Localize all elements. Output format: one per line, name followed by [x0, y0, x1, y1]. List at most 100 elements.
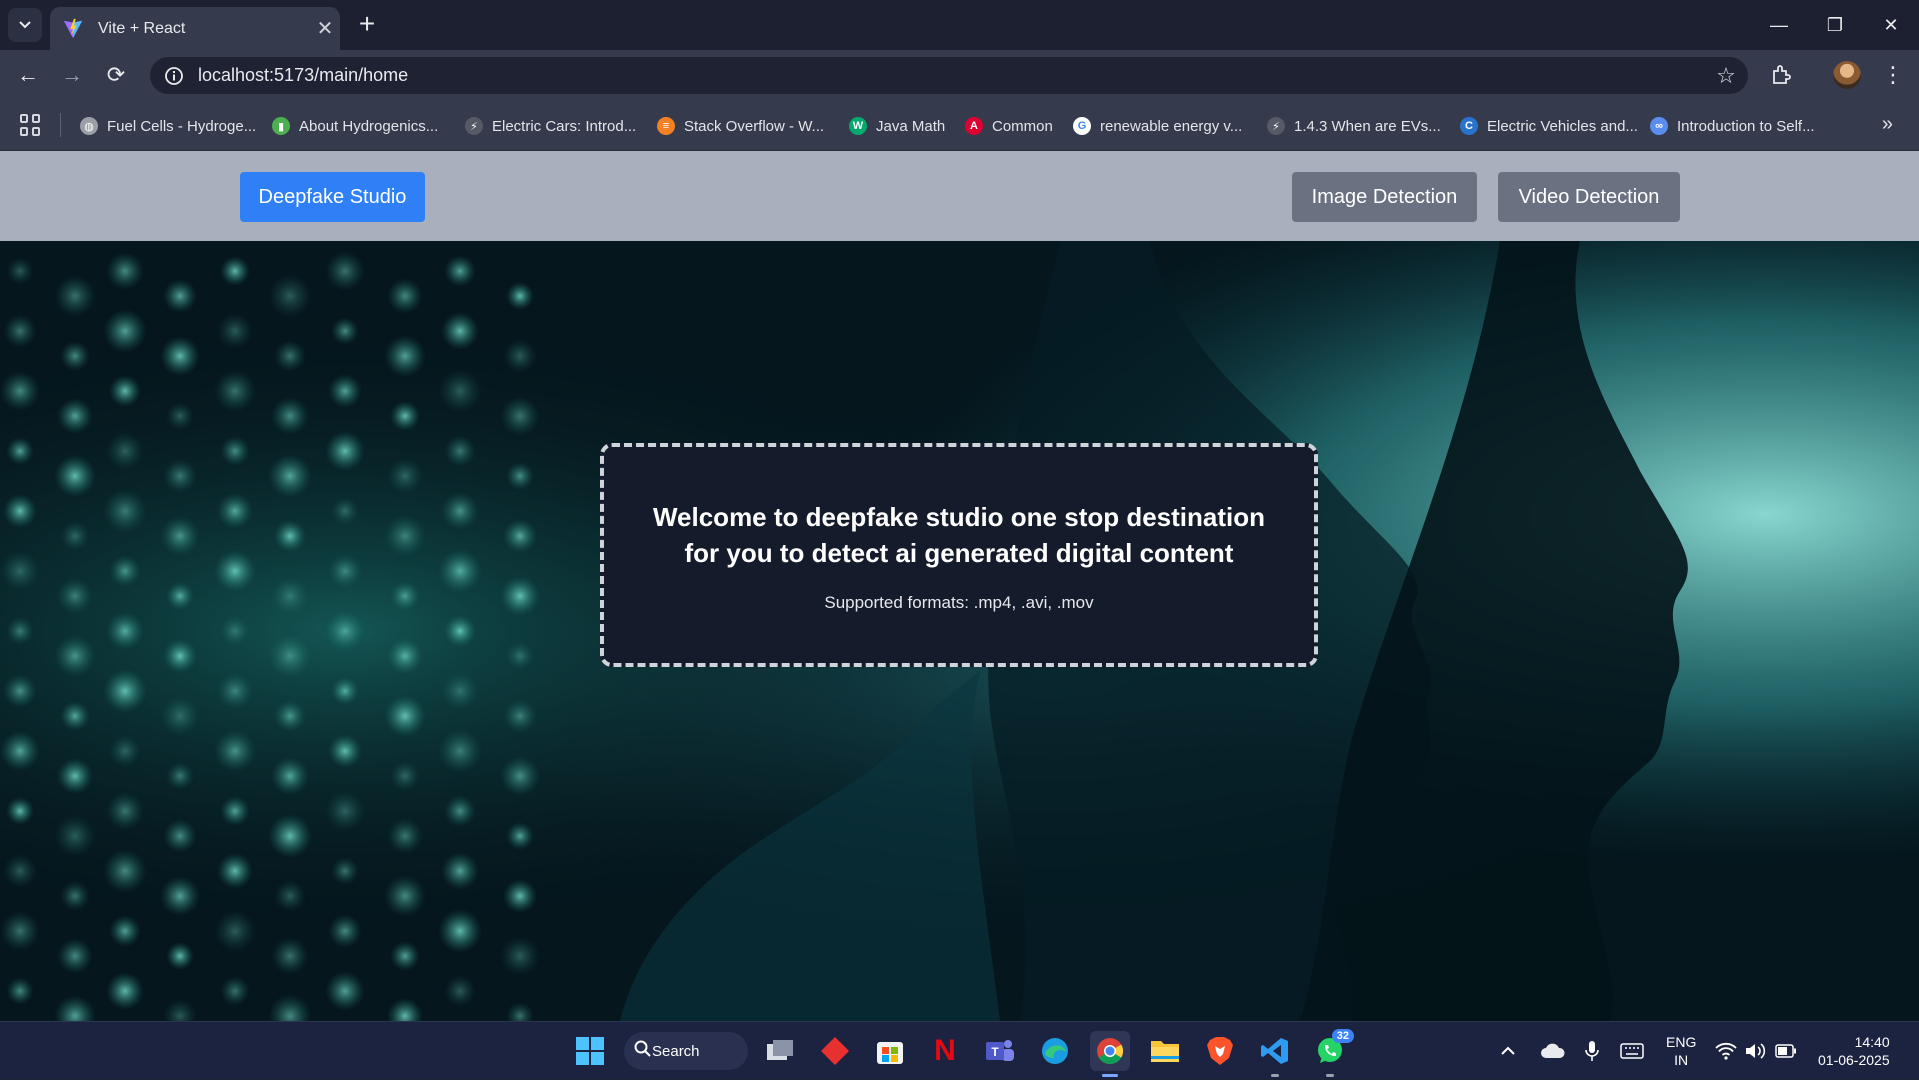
bookmark-item[interactable]: ⚡ Electric Cars: Introd... — [465, 113, 636, 139]
supported-formats-text: Supported formats: .mp4, .avi, .mov — [824, 593, 1094, 612]
infinity-icon: ∞ — [1650, 117, 1668, 135]
brand-button[interactable]: Deepfake Studio — [240, 172, 425, 222]
active-indicator — [1102, 1074, 1118, 1077]
video-detection-button[interactable]: Video Detection — [1498, 172, 1680, 222]
file-explorer-icon[interactable] — [1145, 1031, 1185, 1071]
region-text: IN — [1674, 1052, 1689, 1068]
w3-icon: W — [849, 117, 867, 135]
lightning-icon: ⚡ — [465, 117, 483, 135]
app-diamond-icon[interactable] — [815, 1031, 855, 1071]
bookmark-star-icon[interactable]: ☆ — [1704, 63, 1748, 89]
running-indicator — [1271, 1074, 1279, 1077]
browser-toolbar: ← → ⟳ localhost:5173/main/home ☆ ⋮ — [0, 50, 1919, 100]
image-detection-button[interactable]: Image Detection — [1292, 172, 1477, 222]
welcome-card[interactable]: Welcome to deepfake studio one stop dest… — [600, 443, 1318, 667]
edge-icon[interactable] — [1035, 1031, 1075, 1071]
extensions-icon[interactable] — [1764, 59, 1798, 91]
clock[interactable]: 14:40 01-06-2025 — [1818, 1022, 1890, 1080]
whatsapp-badge: 32 — [1331, 1029, 1354, 1043]
whatsapp-icon[interactable]: 32 — [1310, 1029, 1354, 1077]
bookmark-item[interactable]: ≡ Stack Overflow - W... — [657, 113, 824, 139]
more-bookmarks-icon[interactable]: » — [1882, 113, 1893, 136]
onedrive-icon[interactable] — [1540, 1022, 1566, 1080]
bookmark-label: Stack Overflow - W... — [684, 117, 825, 135]
task-view-icon[interactable] — [760, 1031, 800, 1071]
address-bar[interactable]: localhost:5173/main/home ☆ — [150, 57, 1748, 94]
keyboard-icon[interactable] — [1620, 1022, 1644, 1080]
coursera-icon: C — [1460, 117, 1478, 135]
wifi-icon[interactable] — [1715, 1022, 1737, 1080]
microsoft-store-icon[interactable] — [870, 1031, 910, 1071]
bookmark-item[interactable]: ∞ Introduction to Self... — [1650, 113, 1815, 139]
forward-icon[interactable]: → — [56, 59, 88, 91]
bookmark-label: Java Math — [876, 117, 946, 135]
tab-strip: Vite + React ✕ + — ❐ ✕ — [0, 0, 1919, 50]
bookmark-item[interactable]: ⚡ 1.4.3 When are EVs... — [1267, 113, 1441, 139]
taskbar-search-label: Search — [652, 1042, 700, 1060]
microphone-icon[interactable] — [1584, 1022, 1600, 1080]
bookmark-item[interactable]: W Java Math — [849, 113, 945, 139]
close-window-icon[interactable]: ✕ — [1863, 0, 1919, 50]
volume-icon[interactable] — [1745, 1022, 1767, 1080]
chrome-icon[interactable] — [1090, 1031, 1130, 1077]
bookmark-label: renewable energy v... — [1100, 117, 1243, 135]
browser-tab[interactable]: Vite + React ✕ — [50, 7, 340, 50]
language-text: ENG — [1666, 1034, 1697, 1050]
bookmark-label: Common — [992, 117, 1053, 135]
taskbar-search[interactable]: Search — [624, 1032, 748, 1070]
windows-taskbar: Search N T 32 ENG IN 14:40 01-06-2025 — [0, 1021, 1919, 1079]
bookmark-item[interactable]: A Common — [965, 113, 1053, 139]
hero-section: Welcome to deepfake studio one stop dest… — [0, 241, 1919, 1021]
bookmark-item[interactable]: Grenewable energy v... — [1073, 113, 1242, 139]
welcome-title: Welcome to deepfake studio one stop dest… — [652, 502, 1266, 568]
bookmark-label: Electric Cars: Introd... — [492, 117, 637, 135]
reload-icon[interactable]: ⟳ — [100, 59, 132, 91]
vscode-icon[interactable] — [1255, 1031, 1295, 1077]
hydrogenics-icon: ▮ — [272, 117, 290, 135]
bookmarks-divider — [60, 113, 61, 137]
bookmark-item[interactable]: ▮ About Hydrogenics... — [272, 113, 438, 139]
globe-icon: ◍ — [80, 117, 98, 135]
svg-text:T: T — [991, 1045, 999, 1059]
minimize-icon[interactable]: — — [1751, 0, 1807, 50]
teams-icon[interactable]: T — [980, 1031, 1020, 1071]
bookmark-label: Fuel Cells - Hydroge... — [107, 117, 257, 135]
tab-close-icon[interactable]: ✕ — [310, 16, 340, 41]
bookmark-label: 1.4.3 When are EVs... — [1294, 117, 1441, 135]
show-hidden-icons[interactable] — [1500, 1022, 1516, 1080]
bookmark-item[interactable]: C Electric Vehicles and... — [1460, 113, 1638, 139]
tab-search-button[interactable] — [8, 8, 42, 42]
profile-avatar[interactable] — [1830, 59, 1864, 91]
site-info-icon[interactable] — [154, 66, 194, 86]
lightning-icon: ⚡ — [1267, 117, 1285, 135]
bookmarks-bar: ◍ Fuel Cells - Hydroge... ▮ About Hydrogeni… — [0, 100, 1919, 151]
new-tab-button[interactable]: + — [352, 9, 382, 39]
menu-kebab-icon[interactable]: ⋮ — [1876, 59, 1910, 91]
search-icon — [634, 1040, 652, 1062]
google-icon: G — [1073, 117, 1091, 135]
time-text: 14:40 — [1854, 1034, 1890, 1050]
apps-grid-icon[interactable] — [20, 114, 42, 136]
app-navbar: Deepfake Studio Image Detection Video De… — [0, 151, 1919, 241]
chevron-down-icon — [19, 21, 31, 29]
window-controls: — ❐ ✕ — [1751, 0, 1919, 50]
netflix-icon[interactable]: N — [925, 1031, 965, 1071]
bookmark-item[interactable]: ◍ Fuel Cells - Hydroge... — [80, 113, 256, 139]
running-indicator — [1326, 1074, 1334, 1077]
restore-icon[interactable]: ❐ — [1807, 0, 1863, 50]
vite-favicon-icon — [63, 18, 83, 38]
windows-start-icon[interactable] — [570, 1031, 610, 1071]
tab-title: Vite + React — [98, 19, 186, 37]
stackoverflow-icon: ≡ — [657, 117, 675, 135]
bookmark-label: Introduction to Self... — [1677, 117, 1815, 135]
url-text[interactable]: localhost:5173/main/home — [194, 65, 1704, 86]
date-text: 01-06-2025 — [1818, 1052, 1890, 1068]
bookmark-label: Electric Vehicles and... — [1487, 117, 1638, 135]
bookmark-label: About Hydrogenics... — [299, 117, 439, 135]
battery-icon[interactable] — [1775, 1022, 1797, 1080]
language-indicator[interactable]: ENG IN — [1666, 1022, 1696, 1080]
brave-icon[interactable] — [1200, 1031, 1240, 1071]
angular-icon: A — [965, 117, 983, 135]
page-viewport: Deepfake Studio Image Detection Video De… — [0, 151, 1919, 1021]
back-icon[interactable]: ← — [12, 59, 44, 91]
